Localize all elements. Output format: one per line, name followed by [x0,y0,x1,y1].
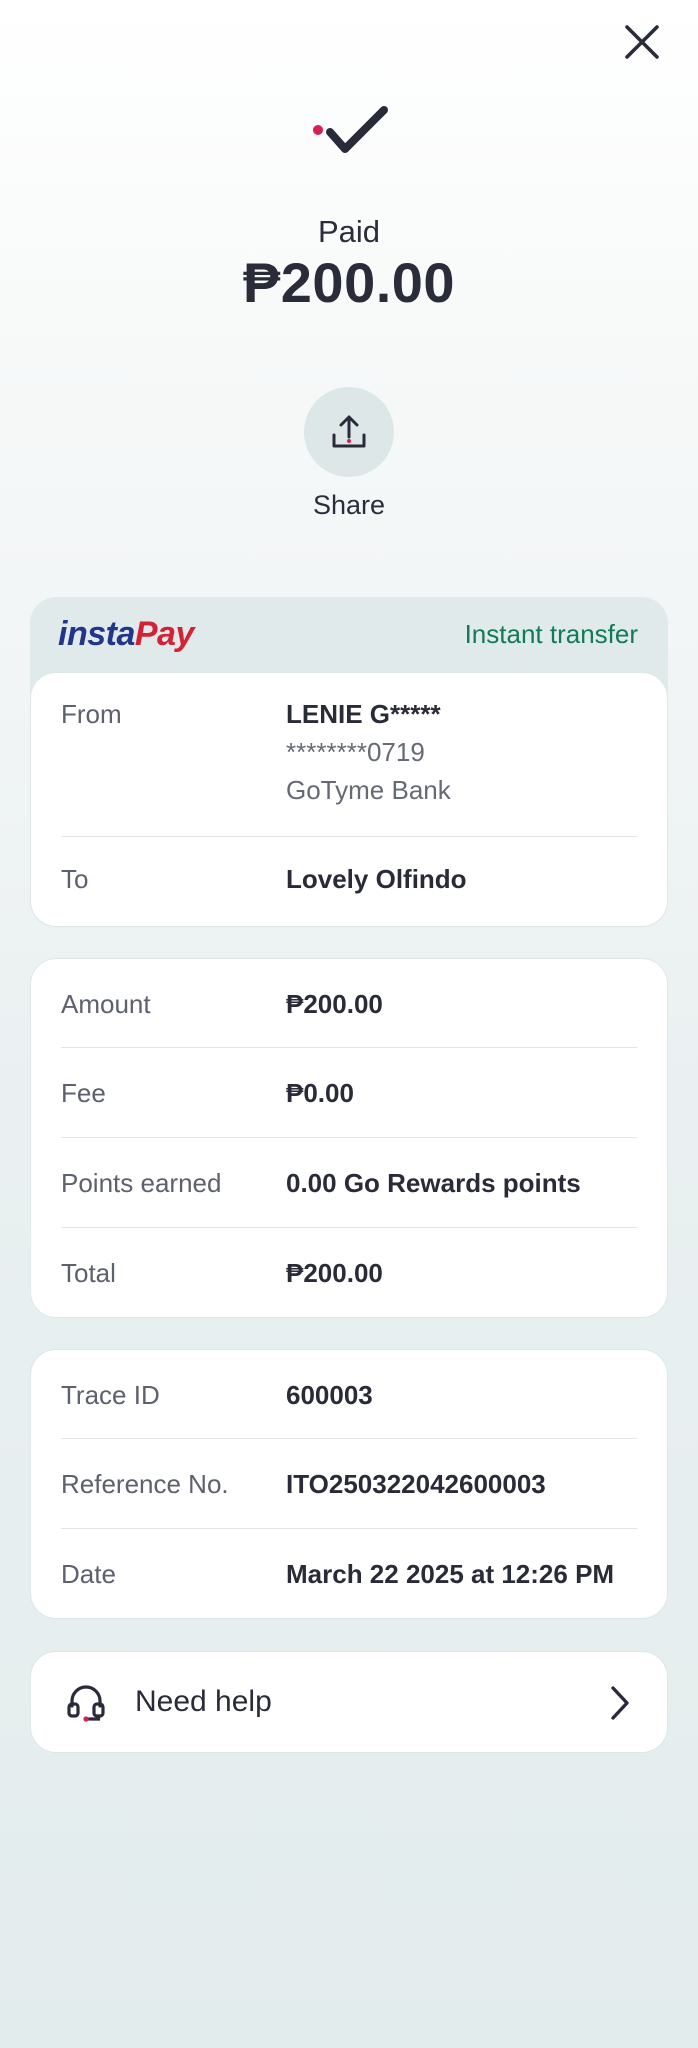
from-name: LENIE G***** [286,699,441,729]
amount-label: Amount [61,989,151,1019]
to-label: To [61,864,89,894]
need-help-label: Need help [135,1685,272,1718]
trace-card: Trace ID 600003 Reference No. ITO2503220… [30,1349,668,1619]
paid-amount: ₱200.00 [242,251,456,314]
trace-id-label: Trace ID [61,1380,160,1410]
date-label: Date [61,1559,116,1589]
reference-row: Reference No. ITO250322042600003 [61,1439,637,1529]
close-button[interactable] [620,20,664,64]
share-upload-icon [332,415,366,448]
from-account: ********0719 [286,737,425,767]
fee-label: Fee [61,1078,106,1108]
amount-value: ₱200.00 [286,989,383,1019]
trace-row: Trace ID 600003 [61,1350,637,1439]
headset-icon [67,1685,105,1722]
date-row: Date March 22 2025 at 12:26 PM [61,1529,637,1618]
amount-row: Amount ₱200.00 [61,959,637,1048]
from-bank: GoTyme Bank [286,775,451,805]
trace-id-value: 600003 [286,1380,373,1410]
from-row: From LENIE G***** ********0719 GoTyme Ba… [61,673,637,837]
total-row: Total ₱200.00 [61,1228,637,1317]
points-label: Points earned [61,1168,222,1198]
need-help-button[interactable]: Need help [30,1651,668,1753]
from-label: From [61,699,122,729]
to-name: Lovely Olfindo [286,864,467,894]
transfer-details: From LENIE G***** ********0719 GoTyme Ba… [30,672,668,927]
success-check-icon [309,102,391,166]
share-button[interactable] [304,387,394,477]
transfer-card-header: insta Pay Instant transfer [30,597,668,672]
total-label: Total [61,1258,116,1288]
to-row: To Lovely Olfindo [61,837,637,925]
transfer-card: insta Pay Instant transfer From LENIE G**… [30,597,668,927]
chevron-right-icon [611,1686,629,1720]
share-label: Share [312,490,386,520]
reference-value: ITO250322042600003 [286,1469,546,1499]
fee-value: ₱0.00 [286,1078,354,1108]
instapay-logo: insta Pay [58,615,194,653]
amount-card: Amount ₱200.00 Fee ₱0.00 Points earned 0… [30,958,668,1318]
points-value: 0.00 Go Rewards points [286,1168,581,1198]
transfer-type-label: Instant transfer [464,619,638,649]
points-row: Points earned 0.00 Go Rewards points [61,1138,637,1228]
fee-row: Fee ₱0.00 [61,1048,637,1138]
close-icon [625,25,659,59]
date-value: March 22 2025 at 12:26 PM [286,1559,615,1589]
reference-label: Reference No. [61,1469,229,1499]
payment-status-label: Paid [317,214,381,249]
total-value: ₱200.00 [286,1258,383,1288]
